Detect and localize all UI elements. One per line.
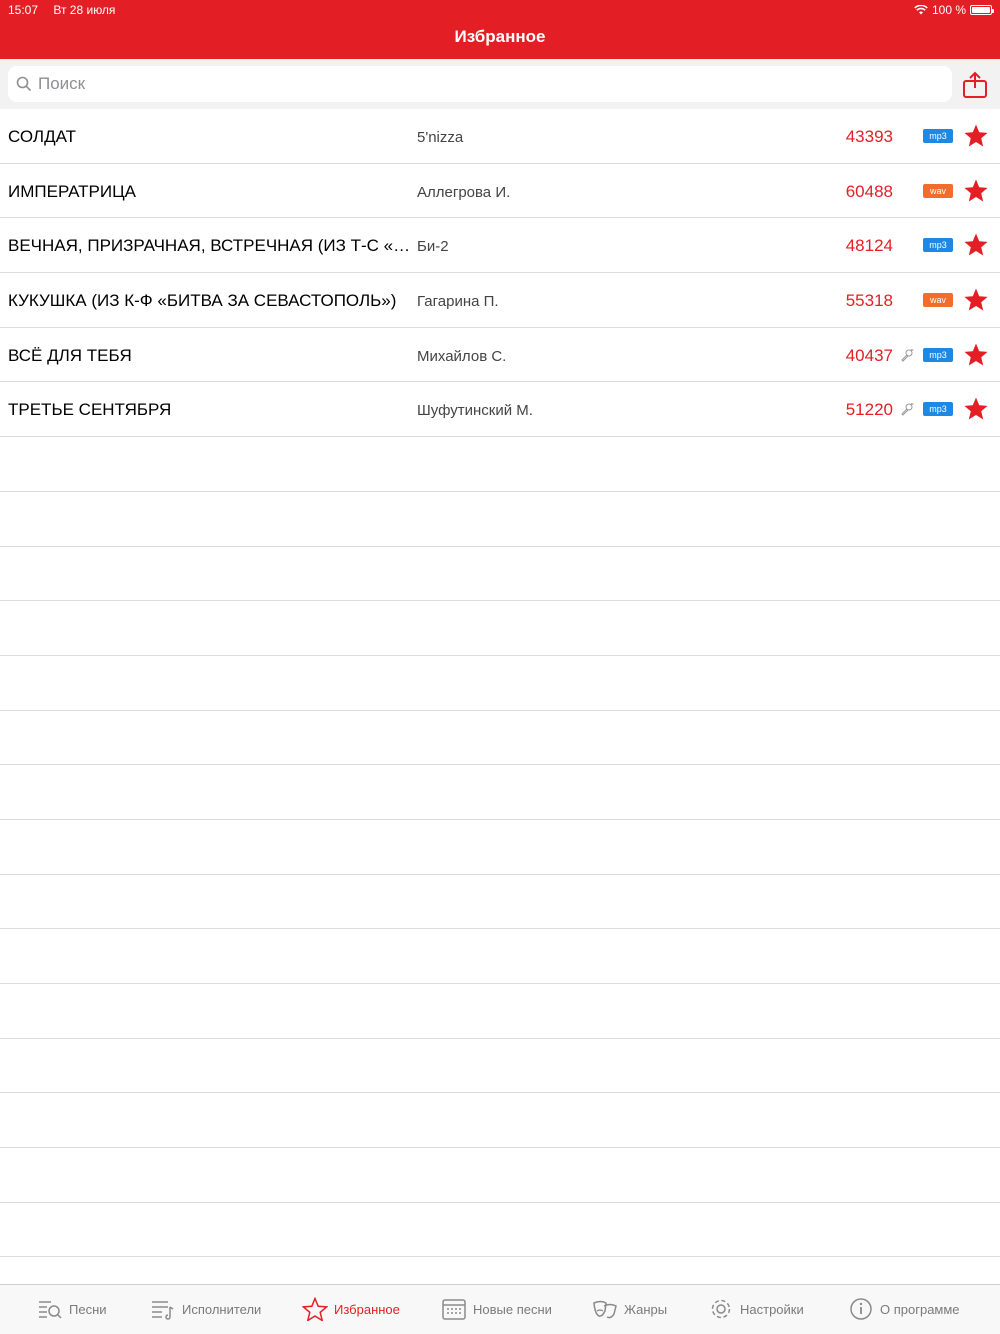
format-badge: mp3 <box>923 402 953 417</box>
format-badge: wav <box>923 293 953 308</box>
empty-row <box>0 1148 1000 1203</box>
song-title: ТРЕТЬЕ СЕНТЯБРЯ <box>8 400 172 420</box>
song-title: ВСЁ ДЛЯ ТЕБЯ <box>8 345 132 365</box>
format-badge: mp3 <box>923 238 953 253</box>
tab-label: Песни <box>69 1301 107 1317</box>
tab-label: О программе <box>880 1301 960 1317</box>
song-artist: Би-2 <box>417 238 449 256</box>
song-artist: Гагарина П. <box>417 293 499 311</box>
song-row[interactable]: ВСЁ ДЛЯ ТЕБЯ Михайлов С. 40437 mp3 <box>0 328 1000 383</box>
song-row[interactable]: ТРЕТЬЕ СЕНТЯБРЯ Шуфутинский М. 51220 mp3 <box>0 382 1000 438</box>
song-number: 43393 <box>845 127 893 146</box>
format-badge: wav <box>923 183 953 198</box>
song-number: 40437 <box>845 345 893 365</box>
song-title: КУКУШКА (ИЗ К-Ф «БИТВА ЗА СЕВАСТОПОЛЬ») <box>8 291 397 311</box>
empty-row <box>0 984 1000 1039</box>
song-artist: Шуфутинский М. <box>417 402 533 420</box>
tab-calendar[interactable]: Новые песни <box>441 1297 552 1321</box>
empty-row <box>0 601 1000 656</box>
battery-text: 100 % <box>931 3 966 17</box>
empty-row <box>0 437 1000 492</box>
status-time: 15:07 <box>8 3 39 17</box>
favorite-star-icon[interactable] <box>963 232 989 258</box>
tab-label: Исполнители <box>182 1301 262 1317</box>
songs-icon <box>39 1301 62 1319</box>
song-row[interactable]: ИМПЕРАТРИЦА Аллегрова И. 60488 wav <box>0 164 1000 219</box>
tab-songs[interactable]: Песни <box>37 1297 107 1321</box>
empty-row <box>0 1039 1000 1094</box>
info-icon <box>850 1298 872 1320</box>
favorite-star-icon[interactable] <box>963 287 989 313</box>
tab-bar: Песни Исполнители Избранное Новые песни Жанр… <box>0 1284 1000 1334</box>
song-row[interactable]: ВЕЧНАЯ, ПРИЗРАЧНАЯ, ВСТРЕЧНАЯ (ИЗ Т-С «Н… <box>0 218 1000 274</box>
tab-label: Новые песни <box>473 1301 552 1317</box>
favorite-star-icon[interactable] <box>963 396 989 422</box>
song-row[interactable]: СОЛДАТ 5'nizza 43393 mp3 <box>0 109 1000 164</box>
status-bar-right: 100 % <box>914 3 994 17</box>
masks-icon <box>593 1300 617 1319</box>
page-title: Избранное <box>454 27 546 46</box>
favorites-list: СОЛДАТ 5'nizza 43393 mp3 ИМПЕРАТРИЦА Аллегров… <box>0 109 1000 1258</box>
star-icon <box>302 1297 328 1321</box>
format-badge: mp3 <box>923 129 953 143</box>
search-input[interactable]: Поиск <box>8 66 952 102</box>
favorite-star-icon[interactable] <box>963 342 989 368</box>
status-date: Вт 28 июля <box>53 3 116 17</box>
song-number: 48124 <box>845 236 893 256</box>
favorite-star-icon[interactable] <box>963 123 989 149</box>
wifi-icon <box>914 5 928 15</box>
tab-label: Настройки <box>740 1301 804 1317</box>
tab-label: Жанры <box>624 1301 668 1317</box>
song-number: 60488 <box>845 181 893 201</box>
empty-row <box>0 711 1000 766</box>
microphone-icon <box>901 348 914 362</box>
tab-artists[interactable]: Исполнители <box>150 1297 261 1321</box>
song-title: СОЛДАТ <box>8 127 76 146</box>
song-artist: 5'nizza <box>417 129 464 146</box>
empty-row <box>0 656 1000 711</box>
calendar-icon <box>442 1299 466 1320</box>
song-artist: Михайлов С. <box>417 347 507 365</box>
gear-icon <box>711 1299 731 1319</box>
microphone-icon <box>901 403 914 417</box>
song-artist: Аллегрова И. <box>417 183 511 201</box>
status-bar-left: 15:07 Вт 28 июля <box>8 3 127 17</box>
share-icon[interactable] <box>962 71 988 99</box>
empty-row <box>0 1203 1000 1258</box>
song-title: ВЕЧНАЯ, ПРИЗРАЧНАЯ, ВСТРЕЧНАЯ (ИЗ Т-С «Н… <box>8 236 413 256</box>
empty-row <box>0 765 1000 820</box>
tab-star[interactable]: Избранное <box>302 1297 400 1321</box>
format-badge: mp3 <box>923 347 953 362</box>
search-icon <box>16 76 32 92</box>
tab-masks[interactable]: Жанры <box>592 1297 667 1321</box>
empty-row <box>0 875 1000 930</box>
tab-info[interactable]: О программе <box>848 1297 960 1321</box>
empty-row <box>0 929 1000 984</box>
favorite-star-icon[interactable] <box>963 178 989 204</box>
song-number: 51220 <box>845 400 893 420</box>
header: 15:07 Вт 28 июля 100 % Избранное <box>0 0 1000 59</box>
tab-label: Избранное <box>334 1301 400 1317</box>
song-row[interactable]: КУКУШКА (ИЗ К-Ф «БИТВА ЗА СЕВАСТОПОЛЬ») Г… <box>0 273 1000 328</box>
empty-row <box>0 820 1000 875</box>
artists-icon <box>152 1301 174 1320</box>
empty-row <box>0 492 1000 547</box>
tab-gear[interactable]: Настройки <box>708 1297 804 1321</box>
empty-row <box>0 1093 1000 1149</box>
song-number: 55318 <box>845 291 893 311</box>
song-title: ИМПЕРАТРИЦА <box>8 181 137 201</box>
empty-row <box>0 547 1000 602</box>
search-bar: Поиск <box>0 59 1000 109</box>
battery-icon <box>970 5 994 15</box>
search-placeholder: Поиск <box>38 74 86 93</box>
